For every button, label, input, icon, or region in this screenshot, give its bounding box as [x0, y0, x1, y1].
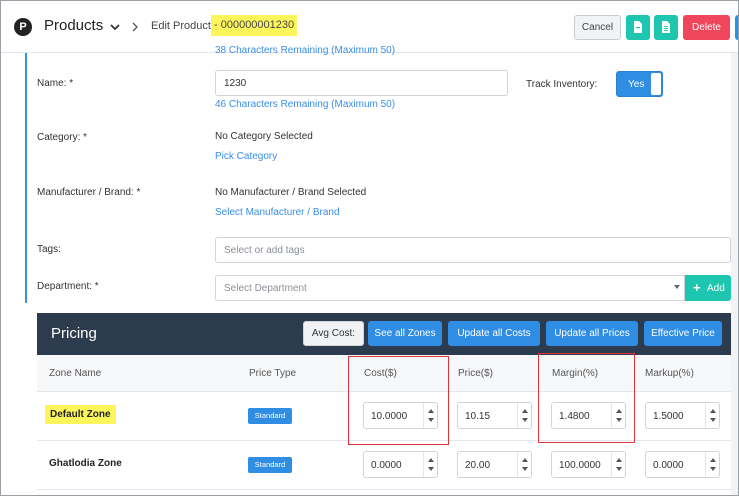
- price-type-badge: Standard: [248, 457, 292, 473]
- document-icon: [662, 21, 670, 33]
- chevron-right-icon: [132, 22, 138, 32]
- track-inventory-label: Track Inventory:: [526, 79, 598, 90]
- column-price-type: Price Type: [249, 368, 297, 379]
- tags-label: Tags:: [37, 244, 61, 255]
- markup-input[interactable]: 0.0000: [645, 451, 720, 478]
- price-stepper[interactable]: [517, 403, 531, 428]
- price-input[interactable]: 20.00: [457, 451, 532, 478]
- form-section-indicator: [25, 53, 27, 303]
- name-input[interactable]: 1230: [215, 70, 508, 96]
- manufacturer-value: No Manufacturer / Brand Selected: [215, 187, 367, 198]
- price-value: 10.15: [465, 411, 491, 422]
- margin-input[interactable]: 100.0000: [551, 451, 626, 478]
- scrollbar[interactable]: [731, 53, 738, 495]
- margin-annotation-box: [538, 353, 635, 443]
- add-label: Add: [707, 283, 725, 294]
- pricing-title: Pricing: [51, 325, 97, 342]
- plus-icon: +: [693, 280, 701, 295]
- update-all-prices-button[interactable]: Update all Prices: [546, 321, 638, 346]
- save-button[interactable]: [626, 15, 650, 40]
- more-button[interactable]: [735, 15, 738, 40]
- tags-input[interactable]: Select or add tags: [215, 237, 731, 263]
- markup-stepper[interactable]: [705, 403, 719, 428]
- select-manufacturer-link[interactable]: Select Manufacturer / Brand: [215, 207, 340, 218]
- save-copy-button[interactable]: [654, 15, 678, 40]
- breadcrumb-edit-product: Edit Product: [151, 20, 211, 32]
- cost-input[interactable]: 0.0000: [363, 451, 438, 478]
- column-markup: Markup(%): [645, 368, 694, 379]
- pricing-header: Pricing Avg Cost: See all Zones Update a…: [37, 313, 731, 355]
- chevron-down-icon[interactable]: [108, 20, 122, 34]
- app-logo: P: [14, 18, 32, 36]
- markup-stepper[interactable]: [705, 452, 719, 477]
- cost-value: 0.0000: [371, 460, 402, 471]
- cost-annotation-box: [348, 356, 449, 445]
- department-label: Department: *: [37, 281, 99, 292]
- track-inventory-toggle[interactable]: Yes: [616, 71, 663, 97]
- price-type-badge: Standard: [248, 408, 292, 424]
- price-value: 20.00: [465, 460, 491, 471]
- update-all-costs-button[interactable]: Update all Costs: [448, 321, 540, 346]
- cancel-button[interactable]: Cancel: [574, 15, 621, 40]
- app-title[interactable]: Products: [44, 17, 103, 34]
- category-value: No Category Selected: [215, 131, 313, 142]
- delete-button[interactable]: Delete: [683, 15, 730, 40]
- product-id-highlight: - 000000001230: [211, 15, 298, 36]
- margin-stepper[interactable]: [611, 452, 625, 477]
- table-row: Ghatlodia Zone Standard 0.0000 20.00 100…: [37, 441, 731, 490]
- avg-cost-button[interactable]: Avg Cost:: [303, 321, 364, 346]
- markup-value: 1.5000: [653, 411, 684, 422]
- toggle-label: Yes: [628, 79, 645, 90]
- toggle-knob: [651, 73, 661, 95]
- app-window: P Products Edit Product - 000000001230 C…: [0, 0, 739, 496]
- zone-name: Default Zone: [45, 405, 116, 424]
- name-label: Name: *: [37, 78, 74, 89]
- department-select[interactable]: Select Department: [215, 275, 685, 301]
- name-char-remaining: 46 Characters Remaining (Maximum 50): [215, 99, 396, 110]
- chevron-down-icon: [674, 285, 680, 289]
- see-all-zones-button[interactable]: See all Zones: [368, 321, 442, 346]
- add-department-button[interactable]: + Add: [685, 275, 731, 301]
- zone-name: Ghatlodia Zone: [49, 458, 122, 469]
- category-label: Category: *: [37, 132, 88, 143]
- column-price: Price($): [458, 368, 494, 379]
- markup-input[interactable]: 1.5000: [645, 402, 720, 429]
- effective-price-button[interactable]: Effective Price: [644, 321, 722, 346]
- cost-stepper[interactable]: [423, 452, 437, 477]
- markup-value: 0.0000: [653, 460, 684, 471]
- price-input[interactable]: 10.15: [457, 402, 532, 429]
- manufacturer-label: Manufacturer / Brand: *: [37, 187, 141, 198]
- file-icon: [634, 21, 642, 33]
- price-stepper[interactable]: [517, 452, 531, 477]
- sku-char-remaining: 38 Characters Remaining (Maximum 50): [215, 45, 396, 56]
- pick-category-link[interactable]: Pick Category: [215, 151, 277, 162]
- margin-value: 100.0000: [559, 460, 601, 471]
- column-zone-name: Zone Name: [49, 368, 102, 379]
